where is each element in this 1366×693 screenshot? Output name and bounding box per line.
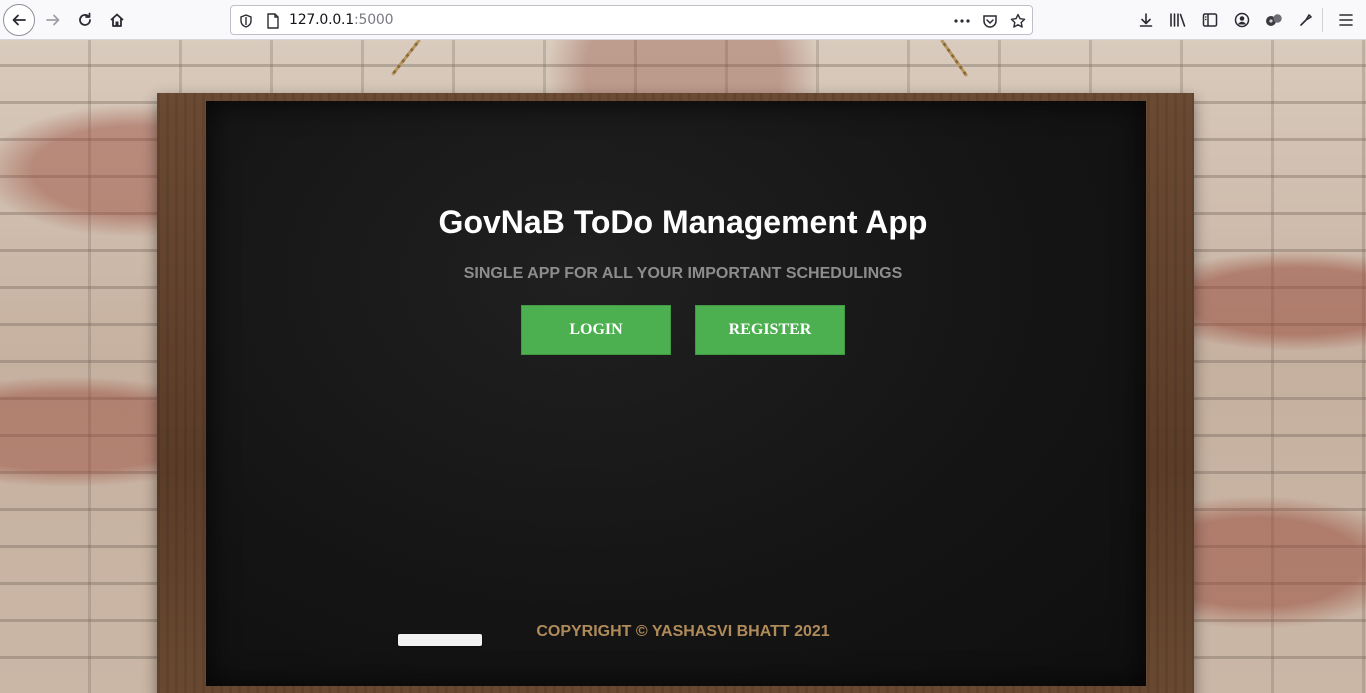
forward-arrow-icon bbox=[46, 14, 60, 26]
extension-icon bbox=[1266, 14, 1282, 26]
toolbar-divider bbox=[1322, 8, 1323, 32]
back-button[interactable] bbox=[3, 4, 35, 36]
chalkboard bbox=[206, 101, 1146, 686]
login-button[interactable]: LOGIN bbox=[521, 305, 671, 355]
sidebar-icon bbox=[1202, 13, 1218, 27]
more-dots-icon[interactable] bbox=[953, 12, 971, 30]
app-subtitle: SINGLE APP FOR ALL YOUR IMPORTANT SCHEDU… bbox=[463, 265, 903, 282]
extension-puzzle-button[interactable] bbox=[1291, 5, 1321, 35]
library-button[interactable] bbox=[1163, 5, 1193, 35]
reload-icon bbox=[79, 12, 91, 26]
star-icon[interactable] bbox=[1009, 12, 1027, 30]
home-icon bbox=[110, 13, 124, 27]
browser-toolbar: 127.0.0.1:5000 bbox=[0, 0, 1366, 40]
url-port: :5000 bbox=[354, 12, 394, 28]
url-host: 127.0.0.1 bbox=[289, 12, 354, 28]
menu-button[interactable] bbox=[1331, 5, 1361, 35]
app-title: GovNaB ToDo Management App bbox=[438, 204, 928, 240]
pocket-icon[interactable] bbox=[981, 12, 999, 30]
library-icon bbox=[1170, 13, 1186, 27]
copyright-footer: COPYRIGHT © YASHASVI BHATT 2021 bbox=[536, 623, 830, 640]
page-icon[interactable] bbox=[264, 12, 282, 30]
extension-button[interactable] bbox=[1259, 5, 1289, 35]
hamburger-menu-icon bbox=[1339, 14, 1353, 26]
chalk-piece bbox=[398, 634, 482, 646]
sidebar-button[interactable] bbox=[1195, 5, 1225, 35]
shield-icon[interactable] bbox=[237, 12, 255, 30]
download-icon bbox=[1139, 13, 1153, 27]
forward-button[interactable] bbox=[38, 5, 68, 35]
back-arrow-icon bbox=[12, 14, 26, 26]
register-button[interactable]: REGISTER bbox=[695, 305, 845, 355]
reload-button[interactable] bbox=[70, 5, 100, 35]
account-button[interactable] bbox=[1227, 5, 1257, 35]
account-icon bbox=[1234, 12, 1250, 28]
hanging-rope-left bbox=[391, 40, 421, 76]
home-button[interactable] bbox=[102, 5, 132, 35]
extension-puzzle-icon bbox=[1300, 14, 1312, 26]
url-text[interactable]: 127.0.0.1:5000 bbox=[289, 12, 394, 28]
hanging-rope-right bbox=[940, 40, 968, 77]
url-bar[interactable]: 127.0.0.1:5000 bbox=[230, 5, 1033, 35]
downloads-button[interactable] bbox=[1131, 5, 1161, 35]
